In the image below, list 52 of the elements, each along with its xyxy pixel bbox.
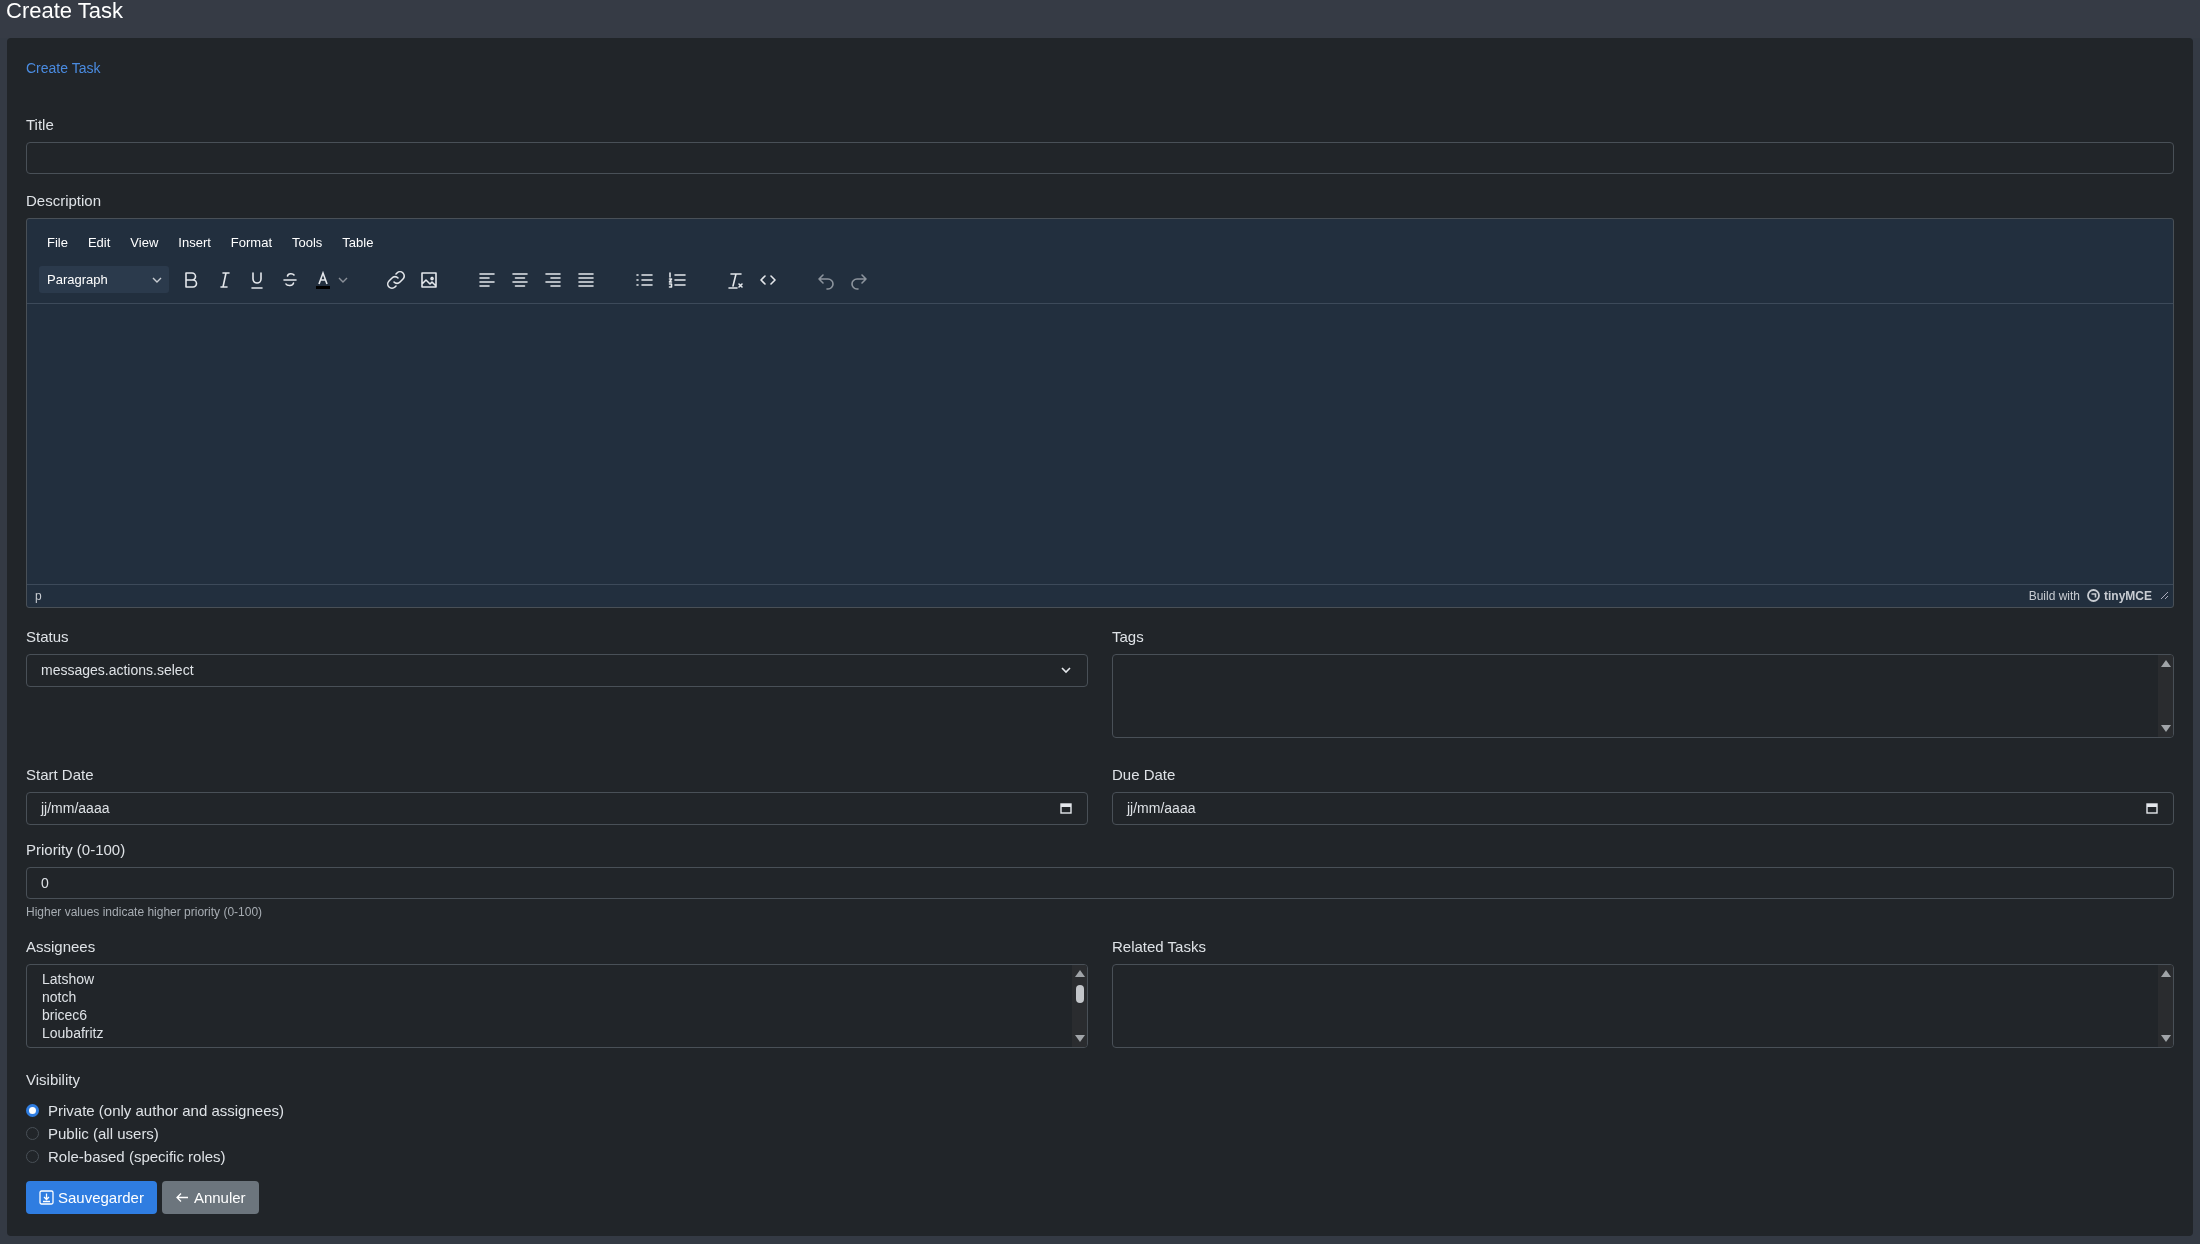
radio-label[interactable]: Private (only author and assignees): [48, 1102, 284, 1119]
field-label: Start Date: [26, 765, 94, 783]
calendar-icon[interactable]: [1059, 801, 1073, 816]
field-label: Priority (0-100): [26, 840, 126, 858]
menu-item[interactable]: Table: [334, 231, 382, 255]
start-date-input[interactable]: jj/mm/aaaa: [26, 791, 1088, 825]
brand-logo-icon: [2087, 589, 2100, 603]
brand-name: tinyMCE: [2104, 588, 2152, 603]
radio-label[interactable]: Public (all users): [48, 1125, 159, 1142]
radio-button[interactable]: [26, 1127, 39, 1140]
branding-text: Build with: [2028, 588, 2080, 603]
field-label: Visibility: [26, 1071, 80, 1088]
list-option[interactable]: Latshow: [42, 970, 1057, 988]
radio-label[interactable]: Role-based (specific roles): [48, 1148, 226, 1165]
download-icon: [39, 1190, 54, 1205]
field-label: Related Tasks: [1112, 938, 1206, 955]
title-input[interactable]: [26, 142, 2174, 175]
save-button[interactable]: Sauvegarder: [26, 1181, 157, 1214]
status-select[interactable]: messages.actions.select: [26, 653, 1088, 687]
calendar-icon[interactable]: [2145, 801, 2159, 816]
due-date-input[interactable]: jj/mm/aaaa: [1112, 791, 2174, 825]
menu-item[interactable]: Tools: [284, 231, 331, 255]
field-label: Tags: [1112, 627, 1144, 645]
cancel-button[interactable]: Annuler: [161, 1181, 259, 1214]
scrollbar[interactable]: [2158, 654, 2173, 737]
menu-item[interactable]: Format: [222, 231, 280, 255]
radio-button[interactable]: [26, 1150, 39, 1163]
list-option[interactable]: Loubafritz: [42, 1024, 1057, 1042]
menu-item[interactable]: File: [39, 231, 76, 255]
link-icon[interactable]: [385, 268, 407, 291]
radio-button[interactable]: [26, 1104, 39, 1117]
block-format-dropdown[interactable]: Paragraph: [39, 266, 169, 294]
resize-handle-icon[interactable]: [2160, 591, 2169, 601]
element-path: p: [35, 588, 42, 603]
scrollbar[interactable]: [2158, 965, 2173, 1047]
scrollbar[interactable]: [1072, 965, 1087, 1047]
field-label: Due Date: [1112, 765, 1176, 783]
breadcrumb-link[interactable]: Create Task: [26, 60, 101, 76]
page-title: Create Task: [5, 0, 123, 22]
assignees-listbox[interactable]: Latshow notch bricec6 Loubafritz: [26, 964, 1088, 1048]
field-label: Description: [26, 192, 102, 210]
menu-item[interactable]: View: [122, 231, 167, 255]
menu-item[interactable]: Edit: [79, 231, 119, 255]
menu-item[interactable]: Insert: [170, 231, 219, 255]
field-label: Status: [26, 627, 69, 645]
arrow-left-icon: [174, 1190, 190, 1205]
field-label: Title: [26, 116, 54, 133]
help-text: Higher values indicate higher priority (0-100): [26, 905, 263, 919]
field-label: Assignees: [26, 938, 96, 955]
list-option[interactable]: bricec6: [42, 1006, 1057, 1024]
priority-input[interactable]: 0: [26, 866, 2174, 899]
list-option[interactable]: notch: [42, 988, 1057, 1006]
